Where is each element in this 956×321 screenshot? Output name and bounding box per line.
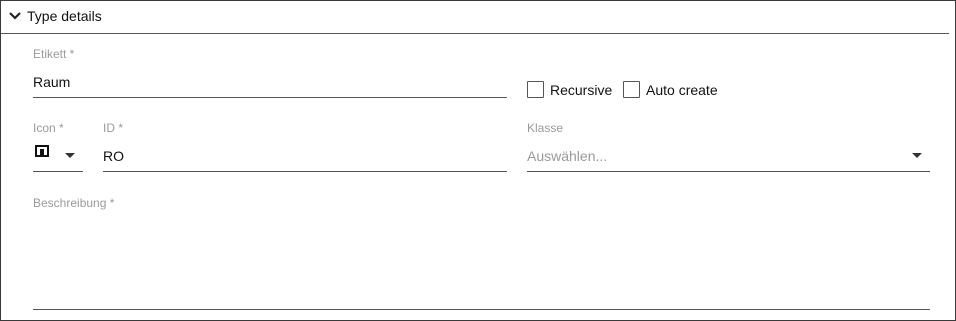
- panel-title: Type details: [27, 8, 102, 24]
- class-select-underline: [527, 171, 930, 172]
- id-input-underline: [103, 171, 507, 172]
- id-field-label: ID *: [103, 121, 124, 135]
- caret-down-icon[interactable]: [65, 153, 75, 158]
- panel-header[interactable]: Type details: [1, 1, 949, 34]
- class-field-label: Klasse: [527, 121, 564, 135]
- icon-field-label: Icon *: [33, 121, 64, 135]
- auto-create-label: Auto create: [646, 82, 718, 98]
- class-select[interactable]: Auswählen...: [527, 148, 607, 164]
- description-field-label: Beschreibung *: [33, 196, 115, 210]
- type-details-panel: Type details Etikett * Raum Recursive Au…: [0, 0, 956, 321]
- label-input-underline: [33, 97, 507, 98]
- chevron-down-icon[interactable]: [8, 11, 22, 21]
- auto-create-checkbox[interactable]: [623, 81, 640, 98]
- icon-select-underline: [33, 171, 83, 172]
- caret-down-icon[interactable]: [912, 153, 922, 158]
- recursive-label: Recursive: [550, 82, 613, 98]
- label-field-label: Etikett *: [33, 47, 75, 61]
- square-icon: [35, 145, 49, 157]
- description-underline: [33, 309, 930, 310]
- label-input[interactable]: Raum: [33, 74, 70, 90]
- recursive-checkbox[interactable]: [527, 81, 544, 98]
- id-input[interactable]: RO: [103, 148, 124, 164]
